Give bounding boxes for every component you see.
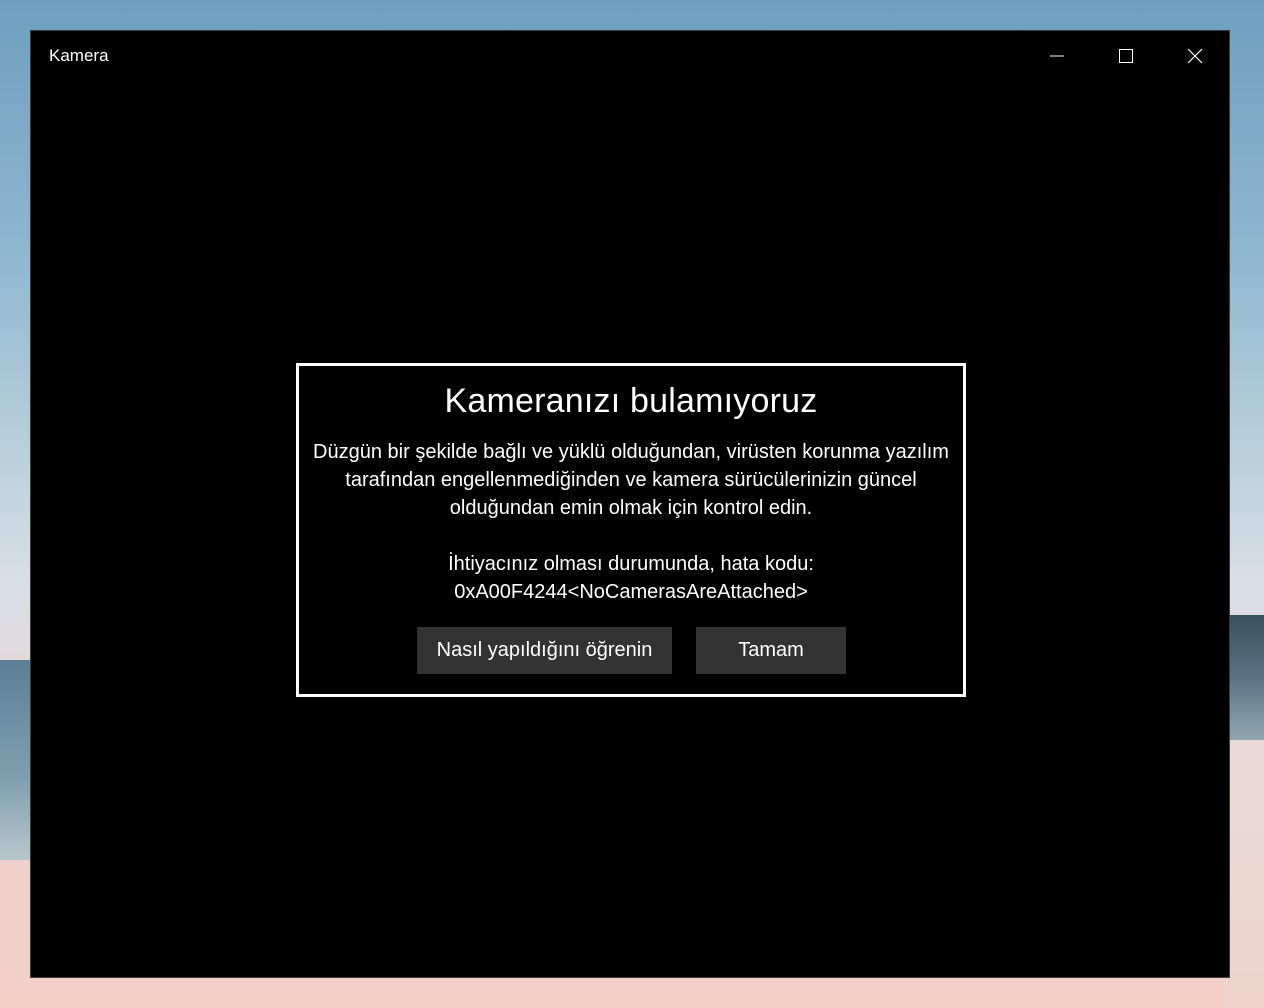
message-line: tarafından engellenmediğinden ve kamera … — [345, 469, 917, 491]
learn-how-button[interactable]: Nasıl yapıldığını öğrenin — [417, 627, 672, 674]
camera-app-window: Kamera Kameranızı bulamıyoruz Düzgün bir… — [30, 30, 1230, 978]
error-code-intro: İhtiyacınız olması durumunda, hata kodu: — [448, 553, 814, 575]
maximize-button[interactable] — [1092, 31, 1160, 81]
message-line: olduğundan emin olmak için kontrol edin. — [449, 497, 813, 519]
close-button[interactable] — [1161, 31, 1229, 81]
minimize-icon — [1050, 55, 1064, 57]
title-bar[interactable]: Kamera — [31, 31, 1229, 81]
wallpaper-sand-right — [1224, 740, 1264, 1008]
message-line: Düzgün bir şekilde bağlı ve yüklü olduğu… — [313, 441, 949, 463]
wallpaper-hill-right — [1224, 615, 1264, 745]
ok-button[interactable]: Tamam — [696, 627, 846, 674]
error-code: 0xA00F4244<NoCamerasAreAttached> — [454, 581, 808, 603]
minimize-button[interactable] — [1023, 31, 1091, 81]
close-icon — [1187, 48, 1203, 64]
camera-error-dialog: Kameranızı bulamıyoruz Düzgün bir şekild… — [296, 363, 966, 697]
dialog-message: Düzgün bir şekilde bağlı ve yüklü olduğu… — [293, 438, 969, 606]
dialog-title: Kameranızı bulamıyoruz — [444, 382, 818, 420]
app-title: Kamera — [49, 46, 109, 65]
maximize-icon — [1119, 49, 1133, 63]
